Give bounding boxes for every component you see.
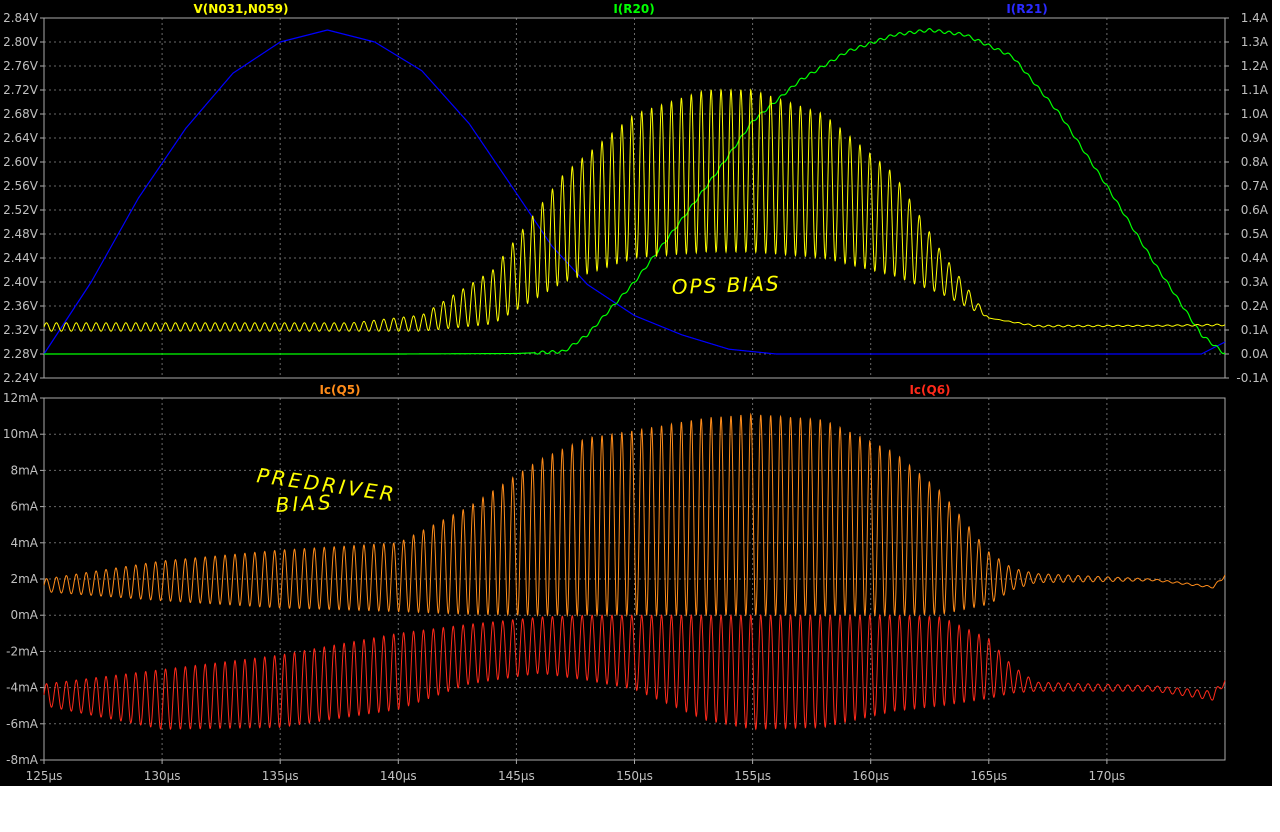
left-tick-label: 2.44V	[3, 251, 39, 265]
trace-label-ic-q6[interactable]: Ic(Q6)	[909, 383, 950, 397]
right-tick-label: 0.3A	[1241, 275, 1269, 289]
bottom-tick-label: -8mA	[6, 753, 39, 767]
right-tick-label: 0.6A	[1241, 203, 1269, 217]
left-tick-label: 2.40V	[3, 275, 39, 289]
top-traces	[43, 27, 1226, 355]
right-tick-label: 0.5A	[1241, 227, 1269, 241]
annotation-bias: BIAS	[275, 490, 334, 517]
bottom-traces	[43, 412, 1226, 731]
right-tick-label: 0.1A	[1241, 323, 1269, 337]
x-tick-label: 145µs	[498, 769, 535, 783]
bottom-tick-label: 2mA	[10, 572, 38, 586]
left-tick-label: 2.32V	[3, 323, 39, 337]
left-tick-label: 2.76V	[3, 59, 39, 73]
trace-v-n031-n059	[43, 88, 1226, 332]
left-tick-label: 2.64V	[3, 131, 39, 145]
left-tick-label: 2.28V	[3, 347, 39, 361]
waveform-plot[interactable]: 2.84V 2.80V 2.76V 2.72V 2.68V 2.64V 2.60V 2.56V…	[0, 0, 1272, 786]
right-tick-label: 1.3A	[1241, 35, 1269, 49]
left-tick-label: 2.60V	[3, 155, 39, 169]
bottom-left-axis: 12mA 10mA 8mA 6mA 4mA 2mA 0mA -2mA -4mA -6mA -8mA	[3, 391, 44, 767]
right-tick-label: 1.0A	[1241, 107, 1269, 121]
right-tick-label: 1.4A	[1241, 11, 1269, 25]
left-tick-label: 2.36V	[3, 299, 39, 313]
bottom-tick-label: -6mA	[6, 717, 39, 731]
bottom-tick-label: -4mA	[6, 681, 39, 695]
bottom-tick-label: 12mA	[3, 391, 39, 405]
right-tick-label: 0.9A	[1241, 131, 1269, 145]
bottom-tick-label: 6mA	[10, 500, 38, 514]
trace-label-ic-q5[interactable]: Ic(Q5)	[319, 383, 360, 397]
trace-label-i-r20[interactable]: I(R20)	[613, 2, 654, 16]
x-axis: 125µs 130µs 135µs 140µs 145µs 150µs 155µs 160µs…	[26, 760, 1126, 783]
bottom-tick-label: 4mA	[10, 536, 38, 550]
left-tick-label: 2.68V	[3, 107, 39, 121]
left-tick-label: 2.24V	[3, 371, 39, 385]
bottom-tick-label: -2mA	[6, 644, 39, 658]
bottom-tick-label: 0mA	[10, 608, 38, 622]
x-tick-label: 170µs	[1089, 769, 1126, 783]
right-tick-label: 0.7A	[1241, 179, 1269, 193]
x-tick-label: 160µs	[852, 769, 889, 783]
annotation-ops-bias: OPS BIAS	[671, 271, 781, 299]
x-tick-label: 135µs	[262, 769, 299, 783]
x-tick-label: 140µs	[380, 769, 417, 783]
trace-ic-q6	[43, 613, 1226, 731]
left-tick-label: 2.56V	[3, 179, 39, 193]
x-tick-label: 125µs	[26, 769, 63, 783]
bottom-tick-label: 10mA	[3, 427, 39, 441]
x-tick-label: 155µs	[734, 769, 771, 783]
right-tick-label: 0.4A	[1241, 251, 1269, 265]
x-tick-label: 165µs	[970, 769, 1007, 783]
waveform-viewer: 2.84V 2.80V 2.76V 2.72V 2.68V 2.64V 2.60V 2.56V…	[0, 0, 1272, 786]
left-tick-label: 2.84V	[3, 11, 39, 25]
right-tick-label: 1.1A	[1241, 83, 1269, 97]
left-tick-label: 2.72V	[3, 83, 39, 97]
bottom-pane-grid	[44, 398, 1225, 760]
left-tick-label: 2.80V	[3, 35, 39, 49]
x-tick-label: 150µs	[616, 769, 653, 783]
left-tick-label: 2.52V	[3, 203, 39, 217]
top-right-axis: 1.4A 1.3A 1.2A 1.1A 1.0A 0.9A 0.8A 0.7A 0.6A 0.5A…	[1225, 11, 1269, 385]
trace-label-v-n031-n059[interactable]: V(N031,N059)	[194, 2, 289, 16]
right-tick-label: 0.0A	[1241, 347, 1269, 361]
right-tick-label: 0.2A	[1241, 299, 1269, 313]
right-tick-label: 1.2A	[1241, 59, 1269, 73]
right-tick-label: -0.1A	[1236, 371, 1268, 385]
top-left-axis: 2.84V 2.80V 2.76V 2.72V 2.68V 2.64V 2.60V 2.56V…	[3, 11, 44, 385]
x-tick-label: 130µs	[144, 769, 181, 783]
trace-label-i-r21[interactable]: I(R21)	[1006, 2, 1047, 16]
right-tick-label: 0.8A	[1241, 155, 1269, 169]
bottom-tick-label: 8mA	[10, 463, 38, 477]
left-tick-label: 2.48V	[3, 227, 39, 241]
